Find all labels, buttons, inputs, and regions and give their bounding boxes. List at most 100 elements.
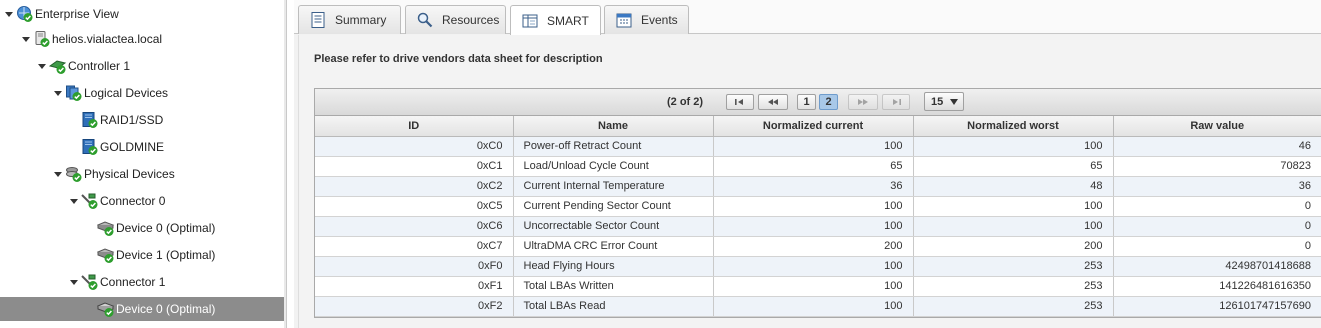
column-header-normalized-current[interactable]: Normalized current bbox=[713, 116, 914, 137]
collapse-toggle-icon[interactable] bbox=[37, 61, 47, 71]
tree-node-goldmine[interactable]: GOLDMINE bbox=[81, 135, 164, 159]
cell-raw-value: 36 bbox=[1113, 176, 1321, 197]
collapse-toggle-icon[interactable] bbox=[21, 34, 31, 44]
cell-raw-value: 141226481616350 bbox=[1113, 276, 1321, 297]
summary-icon bbox=[309, 11, 327, 29]
tree-node-server[interactable]: helios.vialactea.local bbox=[21, 27, 162, 51]
table-row[interactable]: 0xC5 Current Pending Sector Count 100 10… bbox=[315, 196, 1321, 217]
disk-icon bbox=[97, 219, 115, 237]
connector-icon bbox=[81, 273, 99, 291]
next-page-button[interactable] bbox=[848, 94, 878, 110]
column-header-normalized-worst[interactable]: Normalized worst bbox=[913, 116, 1114, 137]
physical-devices-icon bbox=[65, 165, 83, 183]
cell-raw-value: 0 bbox=[1113, 196, 1321, 217]
tree-node-connector1-device-0[interactable]: Device 0 (Optimal) bbox=[0, 297, 284, 321]
cell-id: 0xF1 bbox=[315, 276, 514, 297]
column-header-name[interactable]: Name bbox=[513, 116, 714, 137]
collapse-toggle-icon[interactable] bbox=[69, 196, 79, 206]
cell-normalized-current: 100 bbox=[713, 196, 914, 217]
collapse-toggle-icon[interactable] bbox=[53, 88, 63, 98]
tree-node-enterprise-view[interactable]: Enterprise View bbox=[4, 2, 119, 26]
table-row[interactable]: 0xF2 Total LBAs Read 100 253 12610174715… bbox=[315, 296, 1321, 317]
tab-smart[interactable]: SMART bbox=[510, 5, 601, 35]
table-row[interactable]: 0xC1 Load/Unload Cycle Count 65 65 70823 bbox=[315, 156, 1321, 177]
rows-per-page-value: 15 bbox=[931, 95, 944, 108]
table-row[interactable]: 0xC6 Uncorrectable Sector Count 100 100 … bbox=[315, 216, 1321, 237]
vendor-datasheet-note: Please refer to drive vendors data sheet… bbox=[314, 53, 603, 65]
page-count-info: (2 of 2) bbox=[667, 96, 704, 108]
cell-normalized-current: 65 bbox=[713, 156, 914, 177]
collapse-toggle-icon[interactable] bbox=[4, 9, 14, 19]
last-page-button[interactable] bbox=[882, 94, 910, 110]
cell-id: 0xC2 bbox=[315, 176, 514, 197]
tab-events[interactable]: Events bbox=[604, 5, 689, 34]
tree-node-label: GOLDMINE bbox=[100, 140, 165, 154]
tree-node-label: helios.vialactea.local bbox=[52, 32, 163, 46]
cell-id: 0xC7 bbox=[315, 236, 514, 257]
collapse-toggle-icon[interactable] bbox=[53, 169, 63, 179]
cell-normalized-current: 100 bbox=[713, 276, 914, 297]
page-1-button[interactable]: 1 bbox=[797, 94, 816, 110]
cell-normalized-current: 100 bbox=[713, 216, 914, 237]
tree-node-label: Logical Devices bbox=[84, 86, 169, 100]
cell-normalized-worst: 48 bbox=[913, 176, 1114, 197]
cell-raw-value: 126101747157690 bbox=[1113, 296, 1321, 317]
tree-node-connector0-device-0[interactable]: Device 0 (Optimal) bbox=[97, 216, 215, 240]
controller-icon bbox=[49, 57, 67, 75]
tree-node-label: Device 0 (Optimal) bbox=[116, 302, 216, 316]
tree-node-logical-devices[interactable]: Logical Devices bbox=[53, 81, 168, 105]
tree-node-label: Enterprise View bbox=[35, 7, 119, 21]
table-row[interactable]: 0xF1 Total LBAs Written 100 253 14122648… bbox=[315, 276, 1321, 297]
rows-per-page-select[interactable]: 15 bbox=[924, 92, 964, 111]
tab-summary[interactable]: Summary bbox=[298, 5, 401, 34]
table-row[interactable]: 0xC7 UltraDMA CRC Error Count 200 200 0 bbox=[315, 236, 1321, 257]
cell-name: Load/Unload Cycle Count bbox=[513, 156, 714, 177]
cell-normalized-current: 36 bbox=[713, 176, 914, 197]
tree-node-label: RAID1/SSD bbox=[100, 113, 164, 127]
cell-name: Total LBAs Written bbox=[513, 276, 714, 297]
cell-name: UltraDMA CRC Error Count bbox=[513, 236, 714, 257]
tree-node-connector0-device-1[interactable]: Device 1 (Optimal) bbox=[97, 243, 215, 267]
cell-normalized-worst: 100 bbox=[913, 216, 1114, 237]
cell-normalized-worst: 253 bbox=[913, 276, 1114, 297]
navigation-tree: Enterprise View helios.vialactea.local C… bbox=[0, 0, 287, 328]
tree-node-label: Connector 1 bbox=[100, 275, 166, 289]
tab-bar: Summary Resources SMART Events bbox=[294, 0, 1321, 35]
column-header-raw-value[interactable]: Raw value bbox=[1113, 116, 1321, 137]
tree-node-connector-0[interactable]: Connector 0 bbox=[69, 189, 165, 213]
magnifier-icon bbox=[416, 11, 434, 29]
column-header-id[interactable]: ID bbox=[315, 116, 514, 137]
first-page-button[interactable] bbox=[726, 94, 754, 110]
tree-node-label: Connector 0 bbox=[100, 194, 166, 208]
tree-node-connector-1[interactable]: Connector 1 bbox=[69, 270, 165, 294]
page-2-button[interactable]: 2 bbox=[819, 94, 838, 110]
cell-raw-value: 42498701418688 bbox=[1113, 256, 1321, 277]
cell-name: Current Internal Temperature bbox=[513, 176, 714, 197]
table-row[interactable]: 0xF0 Head Flying Hours 100 253 424987014… bbox=[315, 256, 1321, 277]
cell-raw-value: 46 bbox=[1113, 136, 1321, 157]
smart-tab-content: Please refer to drive vendors data sheet… bbox=[298, 35, 1321, 328]
previous-page-button[interactable] bbox=[758, 94, 788, 110]
chevron-down-icon bbox=[950, 99, 958, 105]
smart-attributes-grid: (2 of 2) 1 2 15 ID Name Normalized curre… bbox=[314, 88, 1321, 318]
cell-id: 0xC6 bbox=[315, 216, 514, 237]
tree-node-controller[interactable]: Controller 1 bbox=[37, 54, 130, 78]
tree-node-physical-devices[interactable]: Physical Devices bbox=[53, 162, 175, 186]
tree-scrollbar[interactable] bbox=[284, 0, 286, 328]
cell-raw-value: 0 bbox=[1113, 216, 1321, 237]
tab-resources[interactable]: Resources bbox=[405, 5, 506, 34]
tab-label: SMART bbox=[547, 13, 589, 28]
tree-node-raid1-ssd[interactable]: RAID1/SSD bbox=[81, 108, 163, 132]
smart-table: ID Name Normalized current Normalized wo… bbox=[315, 116, 1321, 317]
collapse-toggle-icon[interactable] bbox=[69, 277, 79, 287]
enterprise-view-icon bbox=[16, 5, 34, 23]
table-row[interactable]: 0xC2 Current Internal Temperature 36 48 … bbox=[315, 176, 1321, 197]
cell-id: 0xC1 bbox=[315, 156, 514, 177]
cell-raw-value: 70823 bbox=[1113, 156, 1321, 177]
logical-drive-icon bbox=[81, 111, 99, 129]
tab-label: Summary bbox=[335, 13, 387, 27]
table-row[interactable]: 0xC0 Power-off Retract Count 100 100 46 bbox=[315, 136, 1321, 157]
cell-normalized-worst: 65 bbox=[913, 156, 1114, 177]
cell-name: Uncorrectable Sector Count bbox=[513, 216, 714, 237]
logical-drive-icon bbox=[81, 138, 99, 156]
